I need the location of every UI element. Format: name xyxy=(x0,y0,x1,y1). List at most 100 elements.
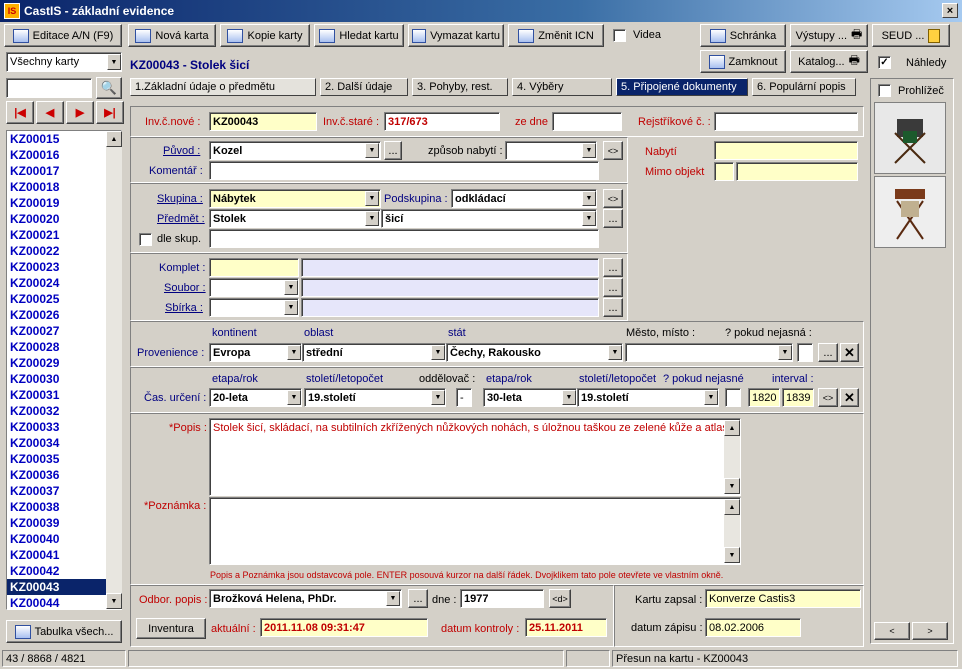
close-button[interactable]: × xyxy=(942,3,958,18)
state-select[interactable]: Čechy, Rakousko xyxy=(446,343,623,362)
outside-field[interactable] xyxy=(736,162,858,181)
list-item[interactable]: KZ00016 xyxy=(7,147,121,163)
object-detail-select[interactable]: šicí xyxy=(381,209,597,228)
preview-thumbnail[interactable] xyxy=(874,176,946,248)
list-item[interactable]: KZ00027 xyxy=(7,323,121,339)
list-item[interactable]: KZ00026 xyxy=(7,307,121,323)
chevron-down-icon[interactable]: ▼ xyxy=(431,390,445,405)
list-item[interactable]: KZ00037 xyxy=(7,483,121,499)
author-date-field[interactable]: 1977 xyxy=(460,589,544,608)
list-item[interactable]: KZ00024 xyxy=(7,275,121,291)
sbirka-more-button[interactable]: ... xyxy=(603,298,623,317)
chevron-down-icon[interactable]: ▼ xyxy=(562,390,576,405)
list-item[interactable]: KZ00025 xyxy=(7,291,121,307)
check-date-field[interactable]: 25.11.2011 xyxy=(525,618,607,637)
komplet-field[interactable] xyxy=(209,258,299,277)
komplet-more-button[interactable]: ... xyxy=(603,258,623,277)
record-date-field[interactable]: 08.02.2006 xyxy=(705,618,801,637)
list-item[interactable]: KZ00038 xyxy=(7,499,121,515)
object-note-field[interactable] xyxy=(209,229,599,248)
by-group-checkbox[interactable] xyxy=(139,233,152,246)
browser-checkbox[interactable] xyxy=(878,84,891,97)
first-record-icon[interactable]: |◀ xyxy=(6,101,34,124)
table-all-button[interactable]: Tabulka všech... xyxy=(6,620,122,643)
find-card-button[interactable]: Hledat kartu xyxy=(314,24,404,47)
tab-popular[interactable]: 6. Populární popis xyxy=(752,78,856,96)
clear-icon[interactable]: ✕ xyxy=(840,388,859,407)
tab-selections[interactable]: 4. Výběry xyxy=(512,78,612,96)
chevron-down-icon[interactable]: ▼ xyxy=(431,345,445,360)
list-item[interactable]: KZ00020 xyxy=(7,211,121,227)
origin-select[interactable]: Kozel xyxy=(209,141,381,160)
list-item[interactable]: KZ00043 xyxy=(7,579,121,595)
list-item[interactable]: KZ00042 xyxy=(7,563,121,579)
uncertain2-field[interactable] xyxy=(725,388,741,407)
scroll-down-icon[interactable]: ▼ xyxy=(724,547,740,563)
prev-image-icon[interactable]: < xyxy=(874,622,910,640)
separator-field[interactable]: - xyxy=(456,388,472,407)
group-select[interactable]: Nábytek xyxy=(209,189,381,208)
chevron-down-icon[interactable]: ▼ xyxy=(365,211,379,226)
list-item[interactable]: KZ00033 xyxy=(7,419,121,435)
chevron-down-icon[interactable]: ▼ xyxy=(107,54,121,70)
subgroup-select[interactable]: odkládací xyxy=(451,189,597,208)
list-item[interactable]: KZ00023 xyxy=(7,259,121,275)
catalog-button[interactable]: Katalog... 🖶 xyxy=(790,50,868,73)
list-item[interactable]: KZ00036 xyxy=(7,467,121,483)
list-item[interactable]: KZ00032 xyxy=(7,403,121,419)
interval-swap-icon[interactable]: <> xyxy=(818,388,838,407)
current-date-field[interactable]: 2011.11.08 09:31:47 xyxy=(260,618,428,637)
chevron-down-icon[interactable]: ▼ xyxy=(365,143,379,158)
list-item[interactable]: KZ00018 xyxy=(7,179,121,195)
videa-checkbox[interactable] xyxy=(613,29,626,42)
region-select[interactable]: střední xyxy=(302,343,446,362)
seud-button[interactable]: SEUD ... xyxy=(872,24,950,47)
nabyti-field[interactable] xyxy=(714,141,858,160)
note-textarea[interactable] xyxy=(209,497,741,565)
sbirka-name-field[interactable] xyxy=(301,298,599,317)
register-field[interactable] xyxy=(714,112,858,131)
date-picker-icon[interactable]: <d> xyxy=(549,589,571,608)
scroll-up-icon[interactable]: ▲ xyxy=(724,420,740,436)
list-item[interactable]: KZ00015 xyxy=(7,131,121,147)
next-image-icon[interactable]: > xyxy=(912,622,948,640)
scroll-up-icon[interactable]: ▲ xyxy=(724,499,740,515)
search-icon[interactable]: 🔍 xyxy=(96,77,122,99)
chevron-down-icon[interactable]: ▼ xyxy=(287,390,301,405)
object-more-button[interactable]: ... xyxy=(603,209,623,228)
chevron-down-icon[interactable]: ▼ xyxy=(386,591,400,606)
list-item[interactable]: KZ00022 xyxy=(7,243,121,259)
comment-field[interactable] xyxy=(209,161,599,180)
clipboard-button[interactable]: Schránka xyxy=(700,24,786,47)
list-item[interactable]: KZ00031 xyxy=(7,387,121,403)
lock-button[interactable]: Zamknout xyxy=(700,50,786,73)
list-item[interactable]: KZ00034 xyxy=(7,435,121,451)
card-list[interactable]: KZ00015 KZ00016 KZ00017 KZ00018 KZ00019 KZ000… xyxy=(6,130,122,610)
object-select[interactable]: Stolek xyxy=(209,209,381,228)
tab-other[interactable]: 2. Další údaje xyxy=(320,78,408,96)
scroll-up-icon[interactable]: ▲ xyxy=(106,131,122,147)
tab-movements[interactable]: 3. Pohyby, rest. xyxy=(412,78,508,96)
list-item[interactable]: KZ00021 xyxy=(7,227,121,243)
previews-checkbox[interactable]: ✓ xyxy=(878,56,891,69)
next-record-icon[interactable]: ▶ xyxy=(66,101,94,124)
inv-date-field[interactable] xyxy=(552,112,622,131)
list-item[interactable]: KZ00019 xyxy=(7,195,121,211)
card-filter-select[interactable]: Všechny karty xyxy=(6,52,122,72)
author-more-button[interactable]: ... xyxy=(408,589,428,608)
list-item[interactable]: KZ00017 xyxy=(7,163,121,179)
provenience-more-button[interactable]: ... xyxy=(818,343,838,362)
change-icn-button[interactable]: Změnit ICN xyxy=(508,24,604,47)
chevron-down-icon[interactable]: ▼ xyxy=(778,345,792,360)
description-textarea[interactable]: Stolek šicí, skládací, na subtilních zkř… xyxy=(209,418,741,496)
inventory-button[interactable]: Inventura xyxy=(136,618,206,639)
tab-basic[interactable]: 1.Základní údaje o předmětu xyxy=(130,78,316,96)
inv-new-field[interactable]: KZ00043 xyxy=(209,112,317,131)
list-item[interactable]: KZ00041 xyxy=(7,547,121,563)
interval-to-field[interactable]: 1839 xyxy=(782,388,814,407)
list-item[interactable]: KZ00028 xyxy=(7,339,121,355)
swap-icon[interactable]: <> xyxy=(603,189,623,208)
list-item[interactable]: KZ00030 xyxy=(7,371,121,387)
outside-flag-field[interactable] xyxy=(714,162,734,181)
list-item[interactable]: KZ00044 xyxy=(7,595,121,611)
